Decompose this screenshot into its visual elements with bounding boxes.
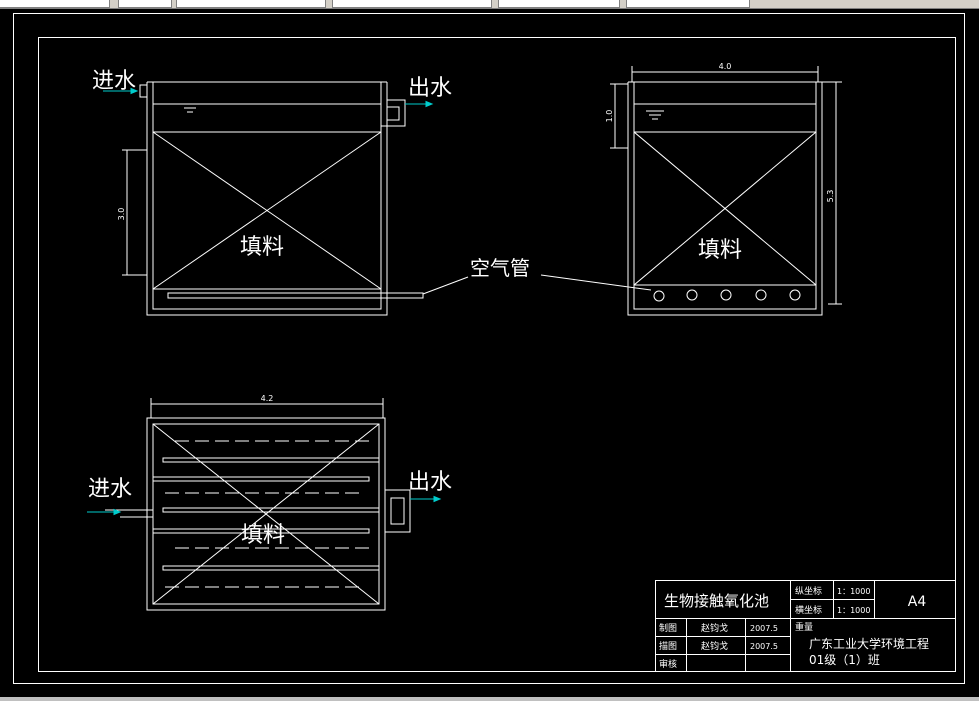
drawn-by-label: 制图 — [659, 622, 677, 634]
side-dim-width-label: 4.0 — [719, 62, 732, 71]
aeration-pipe-circle — [720, 289, 732, 301]
title-block-title: 生物接触氧化池 — [664, 592, 769, 610]
aeration-pipe-circle — [653, 290, 665, 302]
horizontal-scale-value: 1：1000 — [837, 606, 870, 615]
layer-dropdown[interactable] — [176, 0, 326, 8]
school-name: 广东工业大学环境工程 — [809, 636, 929, 651]
side-view — [610, 66, 842, 316]
aeration-pipe-circle — [686, 289, 698, 301]
toolbar-field[interactable] — [0, 0, 110, 8]
front-inlet-label: 进水 — [92, 69, 136, 94]
vertical-scale-label: 纵坐标 — [795, 585, 822, 597]
front-air-pipe — [167, 292, 424, 299]
drawing-canvas[interactable]: 进水 出水 填料 3.0 空气管 填料 4.0 1.0 5.3 进水 出水 填料… — [0, 9, 979, 697]
front-outlet-weir — [381, 99, 406, 127]
traced-date: 2007.5 — [750, 642, 778, 651]
aeration-pipe-circle — [755, 289, 767, 301]
front-dim-label: 3.0 — [117, 208, 126, 221]
plan-baffle-wall — [162, 457, 380, 463]
plan-baffle-wall — [152, 476, 370, 482]
front-inlet-pipe — [139, 84, 147, 98]
plan-baffle-wall — [162, 565, 380, 571]
plan-view — [105, 398, 411, 611]
horizontal-scale-label: 横坐标 — [795, 604, 822, 616]
color-dropdown[interactable] — [332, 0, 492, 8]
drawn-by-name: 赵钧戈 — [701, 622, 728, 634]
plan-outlet-label: 出水 — [408, 470, 452, 495]
toolbar — [0, 0, 979, 9]
side-fill-label: 填料 — [698, 238, 742, 263]
front-fill-label: 填料 — [240, 235, 284, 260]
air-pipe-label: 空气管 — [470, 256, 530, 280]
weight-label: 重量 — [795, 621, 813, 633]
traced-by-name: 赵钧戈 — [701, 640, 728, 652]
plan-fill-label: 填料 — [241, 523, 285, 548]
front-tank-outer-wall — [146, 82, 388, 316]
front-outlet-label: 出水 — [408, 76, 452, 101]
side-dim-top-label: 1.0 — [605, 110, 614, 123]
class-name: 01级（1）班 — [809, 653, 880, 667]
reviewed-label: 审核 — [659, 658, 677, 670]
vertical-scale-value: 1：1000 — [837, 587, 870, 596]
side-tank-outer-wall — [627, 82, 823, 316]
side-dim-height-label: 5.3 — [826, 190, 835, 203]
drawn-date: 2007.5 — [750, 624, 778, 633]
sheet-size: A4 — [908, 594, 927, 610]
inner-frame — [38, 37, 956, 672]
traced-by-label: 描图 — [659, 640, 677, 652]
side-tank-inner-wall — [633, 82, 817, 310]
plan-dim-width-label: 4.2 — [261, 394, 274, 403]
lineweight-dropdown[interactable] — [626, 0, 750, 8]
plan-inlet-label: 进水 — [88, 477, 132, 502]
aeration-pipe-circle — [789, 289, 801, 301]
front-view — [122, 81, 424, 316]
plan-outlet-box — [384, 489, 411, 533]
front-tank-inner-wall — [152, 82, 382, 310]
linetype-dropdown[interactable] — [498, 0, 620, 8]
layer-style-field[interactable] — [118, 0, 172, 8]
